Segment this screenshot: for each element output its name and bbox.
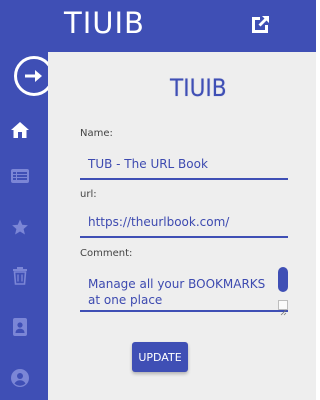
account-icon[interactable] bbox=[10, 368, 30, 388]
list-icon[interactable] bbox=[10, 166, 30, 186]
arrow-right-icon bbox=[25, 70, 42, 82]
app-title: TIUIB bbox=[64, 6, 145, 40]
comment-text: Manage all your BOOKMARKS at one place bbox=[88, 277, 266, 307]
home-icon[interactable] bbox=[10, 120, 30, 140]
external-link-icon[interactable] bbox=[248, 13, 272, 37]
app-logo: TIUIB bbox=[170, 74, 227, 102]
name-field[interactable]: TUB - The URL Book bbox=[80, 150, 288, 180]
update-button[interactable]: UPDATE bbox=[132, 342, 188, 372]
comment-label: Comment: bbox=[80, 248, 133, 259]
comment-textarea[interactable]: Manage all your BOOKMARKS at one place bbox=[80, 262, 288, 316]
url-label: url: bbox=[80, 189, 97, 200]
textarea-scrollbar[interactable] bbox=[278, 267, 288, 292]
app-header: TIUIB bbox=[0, 0, 316, 52]
star-icon[interactable] bbox=[10, 217, 30, 237]
resize-handle-icon[interactable] bbox=[278, 300, 288, 316]
name-label: Name: bbox=[80, 128, 113, 139]
sidebar bbox=[0, 52, 48, 400]
url-field[interactable]: https://theurlbook.com/ bbox=[80, 208, 288, 238]
contact-icon[interactable] bbox=[10, 317, 30, 337]
trash-icon[interactable] bbox=[10, 266, 30, 286]
